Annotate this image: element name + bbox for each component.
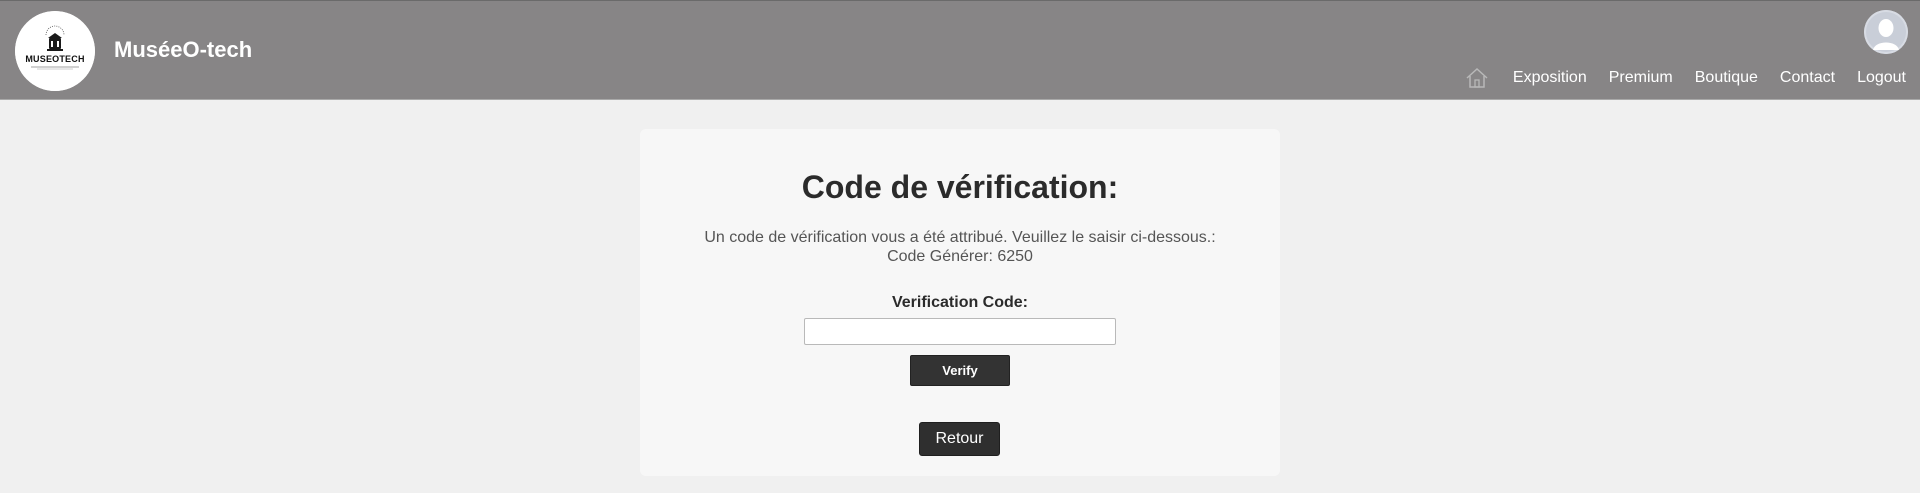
logo-emblem-icon — [15, 11, 95, 91]
nav-item-premium[interactable]: Premium — [1609, 69, 1673, 87]
brand-title[interactable]: MuséeO-tech — [114, 37, 252, 63]
nav-item-boutique[interactable]: Boutique — [1695, 69, 1758, 87]
user-avatar-icon[interactable] — [1864, 10, 1908, 54]
top-header: MUSEOTECH MuséeO-tech Exposition Premium… — [0, 0, 1920, 100]
page-title: Code de vérification: — [801, 169, 1119, 205]
nav-item-exposition[interactable]: Exposition — [1513, 69, 1587, 87]
verification-code-input[interactable] — [804, 318, 1116, 345]
verify-button[interactable]: Verify — [910, 355, 1010, 386]
nav-item-contact[interactable]: Contact — [1780, 69, 1835, 87]
generated-code-line: Code Générer: 6250 — [887, 248, 1033, 265]
main-nav: Exposition Premium Boutique Contact Logo… — [1465, 67, 1906, 89]
verification-code-label: Verification Code: — [891, 294, 1029, 311]
home-icon[interactable] — [1465, 67, 1489, 89]
verification-card: Code de vérification: Un code de vérific… — [640, 129, 1280, 476]
retour-button[interactable]: Retour — [919, 422, 1000, 456]
museotech-logo[interactable]: MUSEOTECH — [15, 11, 95, 91]
logo-text: MUSEOTECH — [25, 54, 85, 64]
nav-item-logout[interactable]: Logout — [1857, 69, 1906, 87]
description-line: Un code de vérification vous a été attri… — [704, 229, 1216, 246]
avatar-silhouette-icon — [1864, 10, 1908, 54]
verification-description: Un code de vérification vous a été attri… — [640, 228, 1280, 266]
